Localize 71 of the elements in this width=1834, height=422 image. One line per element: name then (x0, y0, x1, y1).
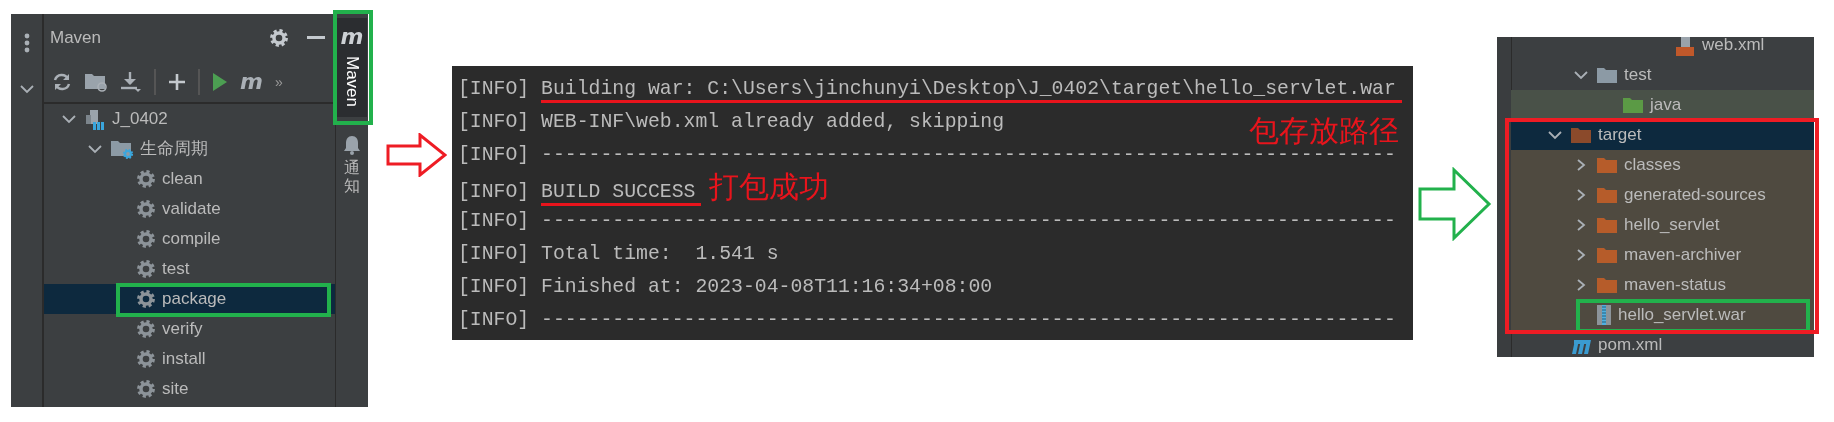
folder-icon[interactable] (84, 71, 108, 93)
tree-item[interactable]: J_0402 (44, 104, 335, 134)
tree-item[interactable]: verify (44, 314, 335, 344)
chevron-down-icon[interactable] (17, 82, 36, 96)
gear-icon (136, 289, 156, 309)
tree-item[interactable]: target (1511, 120, 1814, 150)
log-line: [INFO] BUILD SUCCESS (458, 181, 702, 206)
run-icon[interactable] (212, 72, 228, 92)
tree-item[interactable]: maven-status (1511, 270, 1814, 300)
archive-icon (1596, 304, 1612, 326)
tree-item[interactable]: web.xml (1511, 37, 1814, 60)
gear-icon (136, 259, 156, 279)
download-icon[interactable] (120, 71, 142, 93)
tree-item[interactable]: hello_servlet (1511, 210, 1814, 240)
folder-icon (1596, 245, 1618, 265)
log-line: [INFO] Total time: 1.541 s (458, 243, 779, 265)
tree-item[interactable]: generated-sources (1511, 180, 1814, 210)
tree-item[interactable]: clean (44, 164, 335, 194)
tree-item[interactable]: maven-archiver (1511, 240, 1814, 270)
tree-item[interactable]: test (1511, 60, 1814, 90)
tree-item[interactable]: 生命周期 (44, 134, 335, 164)
minimize-icon[interactable] (307, 36, 325, 40)
tree-item[interactable]: pom.xml (1511, 330, 1814, 357)
folder-icon (1596, 275, 1618, 295)
folder-icon (1622, 95, 1644, 115)
folder-icon (1596, 215, 1618, 235)
side-tab[interactable]: 通知 (337, 127, 367, 205)
gear-icon (136, 229, 156, 249)
more-button[interactable]: » (274, 71, 283, 93)
log-line: [INFO] Finished at: 2023-04-08T11:16:34+08:00 (458, 276, 993, 298)
tree-item[interactable]: test (44, 254, 335, 284)
folder-icon (1596, 65, 1618, 85)
maven-logo: m (340, 26, 364, 48)
refresh-icon[interactable] (52, 72, 72, 92)
log-line: [INFO] ------------------------------------------------------------------------ (458, 309, 1396, 331)
maven-button[interactable]: m (240, 71, 263, 93)
log-line: [INFO] ------------------------------------------------------------------------ (458, 144, 1396, 166)
gear-icon (136, 349, 156, 369)
side-tab[interactable]: m Maven (337, 18, 367, 118)
log-line: [INFO] WEB-INF\web.xml already added, skipping (458, 111, 1005, 133)
bell-icon (343, 135, 361, 156)
xml-file-icon (1674, 37, 1696, 56)
log-line: [INFO] ------------------------------------------------------------------------ (458, 210, 1396, 232)
folder-icon (1596, 185, 1618, 205)
annotation-text: 打包成功 (709, 170, 830, 203)
project-icon (84, 108, 106, 130)
arrow-icon (386, 133, 447, 177)
tree-item[interactable]: validate (44, 194, 335, 224)
gear-icon (136, 379, 156, 399)
arrow-icon (1418, 167, 1492, 241)
gear-icon (136, 319, 156, 339)
gear-icon (136, 199, 156, 219)
chevron-down-icon[interactable] (1572, 68, 1590, 82)
add-icon[interactable] (168, 73, 186, 91)
log-line: [INFO] Building war: C:\Users\jinchunyi\Desktop\J_0402\target\hello_servlet.war (458, 78, 1402, 103)
settings-icon[interactable] (269, 28, 289, 48)
chevron-down-icon[interactable] (60, 112, 78, 126)
more-options-icon[interactable] (22, 32, 31, 54)
folder-icon (1570, 125, 1592, 145)
tree-item[interactable]: site (44, 374, 335, 404)
gear-icon (136, 169, 156, 189)
chevron-down-icon[interactable] (86, 142, 104, 156)
tree-item[interactable]: compile (44, 224, 335, 254)
tree-item[interactable]: classes (1511, 150, 1814, 180)
annotation-text: 包存放路径 (1249, 116, 1399, 146)
tree-item[interactable]: install (44, 344, 335, 374)
chevron-down-icon[interactable] (1546, 128, 1564, 142)
folder-gear-icon (110, 138, 134, 160)
folder-icon (1596, 155, 1618, 175)
panel-title: Maven (50, 27, 102, 50)
tree-item[interactable]: java (1511, 90, 1814, 120)
